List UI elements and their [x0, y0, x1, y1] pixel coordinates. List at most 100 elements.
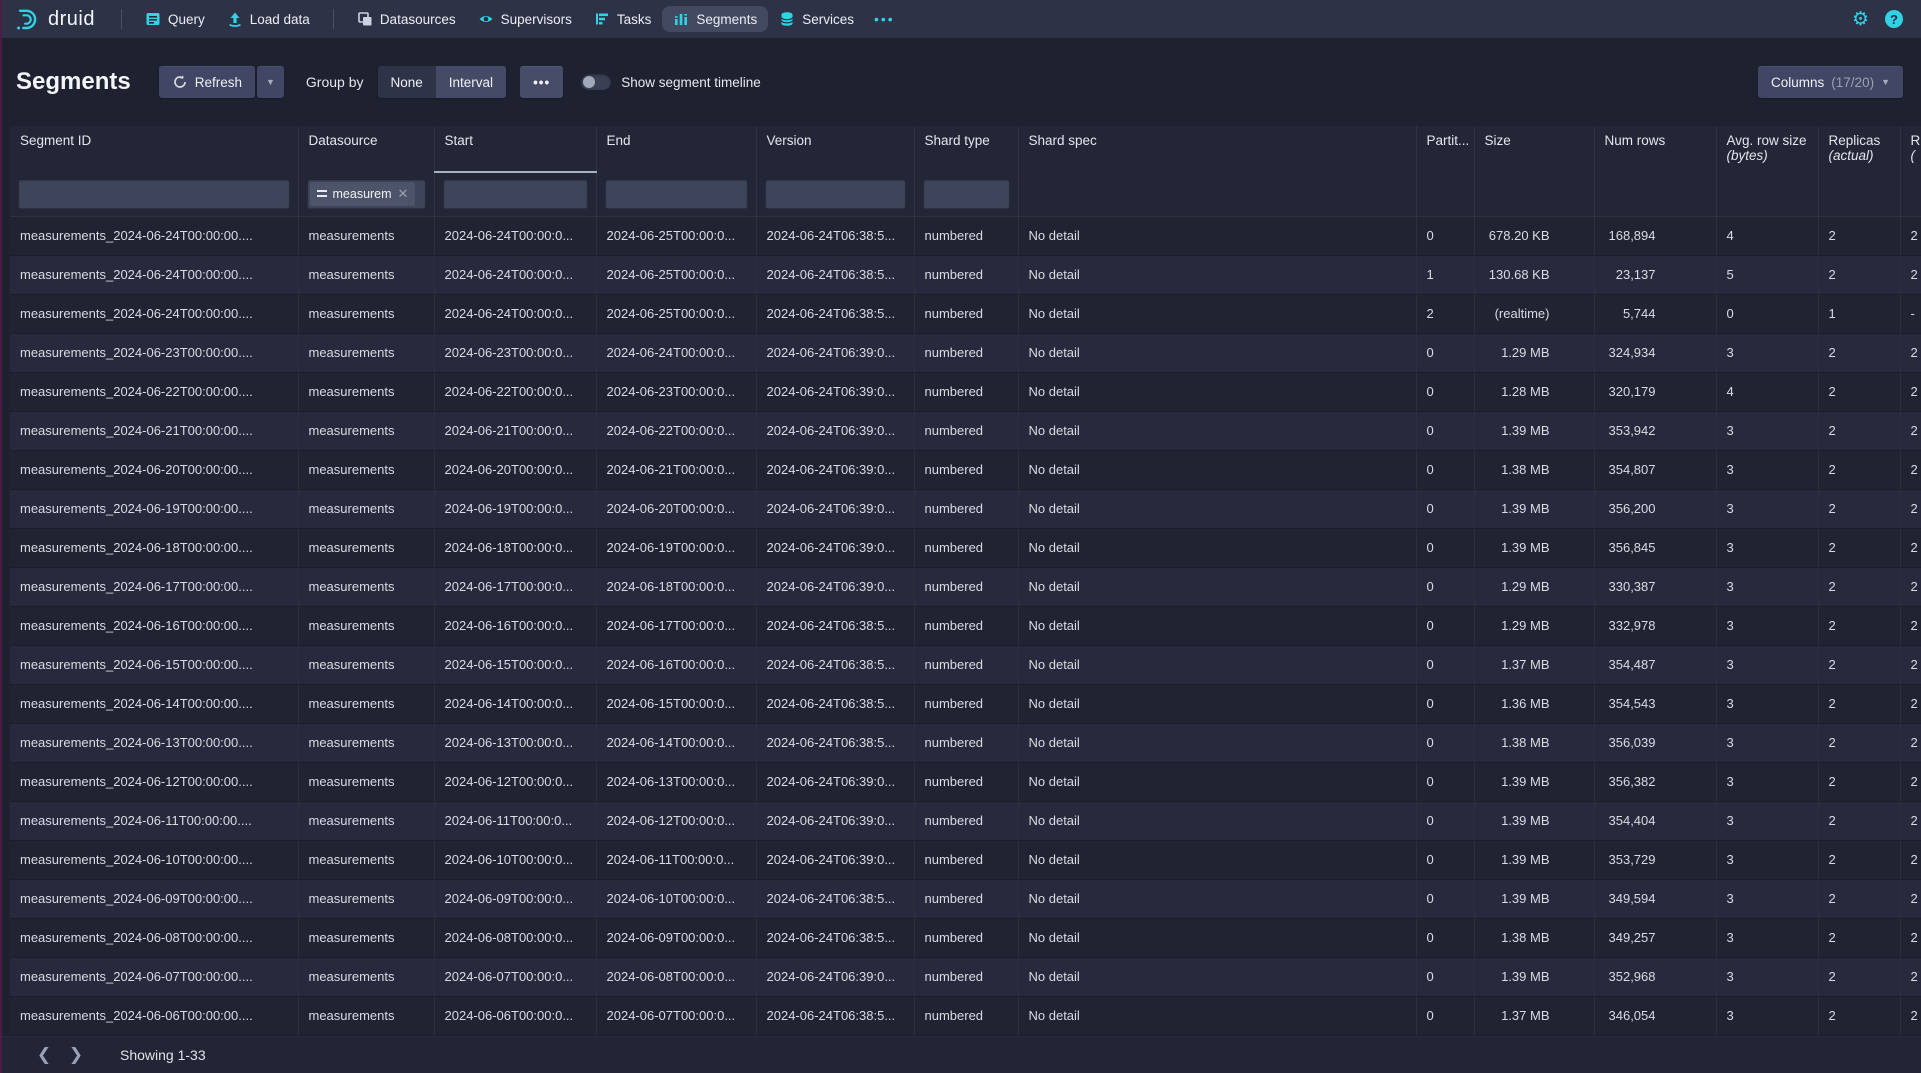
cell-version: 2024-06-24T06:39:0...	[756, 840, 914, 879]
cell-version: 2024-06-24T06:38:5...	[756, 606, 914, 645]
filter-input-datasource[interactable]: measurem✕	[307, 179, 426, 209]
segment-timeline-toggle[interactable]	[581, 74, 611, 90]
cell-segment-id: measurements_2024-06-21T00:00:00....	[10, 411, 298, 450]
nav-item-services[interactable]: Services	[768, 6, 865, 32]
cell-avg-row-size: 3	[1716, 645, 1818, 684]
cell-shard-type: numbered	[914, 918, 1018, 957]
cell-replicas: 2	[1818, 801, 1900, 840]
cell-version: 2024-06-24T06:38:5...	[756, 996, 914, 1035]
filter-input-version[interactable]	[765, 179, 906, 209]
cell-datasource: measurements	[298, 372, 434, 411]
cell-avg-row-size: 0	[1716, 294, 1818, 333]
cell-replicas: 2	[1818, 528, 1900, 567]
cell-start: 2024-06-10T00:00:0...	[434, 840, 596, 879]
cell-replication-factor: 2	[1900, 723, 1921, 762]
cell-replicas: 2	[1818, 957, 1900, 996]
refresh-button[interactable]: Refresh	[159, 66, 255, 98]
cell-version: 2024-06-24T06:39:0...	[756, 528, 914, 567]
nav-item-datasources[interactable]: Datasources	[346, 6, 467, 32]
druid-logo[interactable]: druid	[14, 6, 95, 32]
refresh-options-button[interactable]: ▼	[257, 66, 284, 98]
cell-replicas: 2	[1818, 996, 1900, 1035]
filter-input-segment-id[interactable]	[18, 179, 290, 209]
cell-num-rows: 349,257	[1594, 918, 1716, 957]
table-row: measurements_2024-06-24T00:00:00....meas…	[10, 255, 1921, 294]
filter-input-start[interactable]	[443, 179, 588, 209]
cell-num-rows: 356,845	[1594, 528, 1716, 567]
cell-start: 2024-06-22T00:00:0...	[434, 372, 596, 411]
cell-partition: 0	[1416, 762, 1474, 801]
filter-cell-replicas	[1818, 172, 1900, 216]
col-header-shard-type[interactable]: Shard type	[914, 126, 1018, 172]
cell-num-rows: 353,729	[1594, 840, 1716, 879]
columns-count: (17/20)	[1831, 75, 1874, 90]
group-by-none-button[interactable]: None	[378, 66, 436, 98]
filter-input-end[interactable]	[605, 179, 748, 209]
remove-filter-icon[interactable]: ✕	[398, 186, 409, 202]
cell-segment-id: measurements_2024-06-22T00:00:00....	[10, 372, 298, 411]
col-header-num-rows[interactable]: Num rows	[1594, 126, 1716, 172]
nav-item-label: Query	[168, 12, 205, 27]
help-icon[interactable]: ?	[1885, 10, 1903, 28]
cell-start: 2024-06-13T00:00:0...	[434, 723, 596, 762]
cell-replicas: 2	[1818, 450, 1900, 489]
cell-replication-factor: 2	[1900, 918, 1921, 957]
cell-segment-id: measurements_2024-06-17T00:00:00....	[10, 567, 298, 606]
cell-start: 2024-06-18T00:00:0...	[434, 528, 596, 567]
cell-replication-factor: 2	[1900, 333, 1921, 372]
col-header-replication-factor[interactable]: R(	[1900, 126, 1921, 172]
cell-datasource: measurements	[298, 762, 434, 801]
nav-item-label: Supervisors	[501, 12, 572, 27]
pagination-footer: ❮ ❯ Showing 1-33	[0, 1036, 1921, 1073]
cell-version: 2024-06-24T06:39:0...	[756, 957, 914, 996]
prev-page-button[interactable]: ❮	[28, 1045, 60, 1065]
col-header-version[interactable]: Version	[756, 126, 914, 172]
col-header-datasource[interactable]: Datasource	[298, 126, 434, 172]
nav-more-button[interactable]: •••	[865, 6, 904, 32]
cell-start: 2024-06-12T00:00:0...	[434, 762, 596, 801]
col-header-partition[interactable]: Partit...	[1416, 126, 1474, 172]
col-header-avg-row-size[interactable]: Avg. row size(bytes)	[1716, 126, 1818, 172]
cell-replication-factor: 2	[1900, 489, 1921, 528]
filter-input-shard-type[interactable]	[923, 179, 1010, 209]
cell-avg-row-size: 3	[1716, 762, 1818, 801]
filter-cell-end	[596, 172, 756, 216]
cell-version: 2024-06-24T06:38:5...	[756, 645, 914, 684]
col-header-size[interactable]: Size	[1474, 126, 1594, 172]
cell-partition: 0	[1416, 996, 1474, 1035]
col-header-replicas[interactable]: Replicas(actual)	[1818, 126, 1900, 172]
cell-end: 2024-06-14T00:00:0...	[596, 723, 756, 762]
next-page-button[interactable]: ❯	[60, 1045, 92, 1065]
col-header-start[interactable]: Start	[434, 126, 596, 172]
cell-num-rows: 356,039	[1594, 723, 1716, 762]
cell-end: 2024-06-10T00:00:0...	[596, 879, 756, 918]
cell-replicas: 2	[1818, 918, 1900, 957]
nav-item-query[interactable]: Query	[134, 6, 216, 32]
cell-start: 2024-06-14T00:00:0...	[434, 684, 596, 723]
col-header-shard-spec[interactable]: Shard spec	[1018, 126, 1416, 172]
table-row: measurements_2024-06-19T00:00:00....meas…	[10, 489, 1921, 528]
cell-segment-id: measurements_2024-06-09T00:00:00....	[10, 879, 298, 918]
cell-shard-spec: No detail	[1018, 918, 1416, 957]
nav-item-supervisors[interactable]: Supervisors	[467, 6, 583, 32]
cell-num-rows: 320,179	[1594, 372, 1716, 411]
cell-shard-type: numbered	[914, 879, 1018, 918]
cell-end: 2024-06-20T00:00:0...	[596, 489, 756, 528]
nav-item-segments[interactable]: Segments	[662, 6, 768, 32]
cell-avg-row-size: 3	[1716, 723, 1818, 762]
cell-partition: 0	[1416, 216, 1474, 255]
more-options-button[interactable]: •••	[520, 66, 563, 98]
cell-replicas: 2	[1818, 255, 1900, 294]
cell-datasource: measurements	[298, 294, 434, 333]
cell-segment-id: measurements_2024-06-20T00:00:00....	[10, 450, 298, 489]
group-by-interval-button[interactable]: Interval	[436, 66, 506, 98]
cell-partition: 0	[1416, 684, 1474, 723]
col-header-end[interactable]: End	[596, 126, 756, 172]
col-header-segment-id[interactable]: Segment ID	[10, 126, 298, 172]
filter-cell-partition	[1416, 172, 1474, 216]
nav-item-tasks[interactable]: Tasks	[583, 6, 663, 32]
columns-button[interactable]: Columns (17/20) ▼	[1758, 66, 1903, 98]
nav-item-load-data[interactable]: Load data	[216, 6, 321, 32]
gear-icon[interactable]: ⚙	[1852, 10, 1869, 29]
table-row: measurements_2024-06-18T00:00:00....meas…	[10, 528, 1921, 567]
